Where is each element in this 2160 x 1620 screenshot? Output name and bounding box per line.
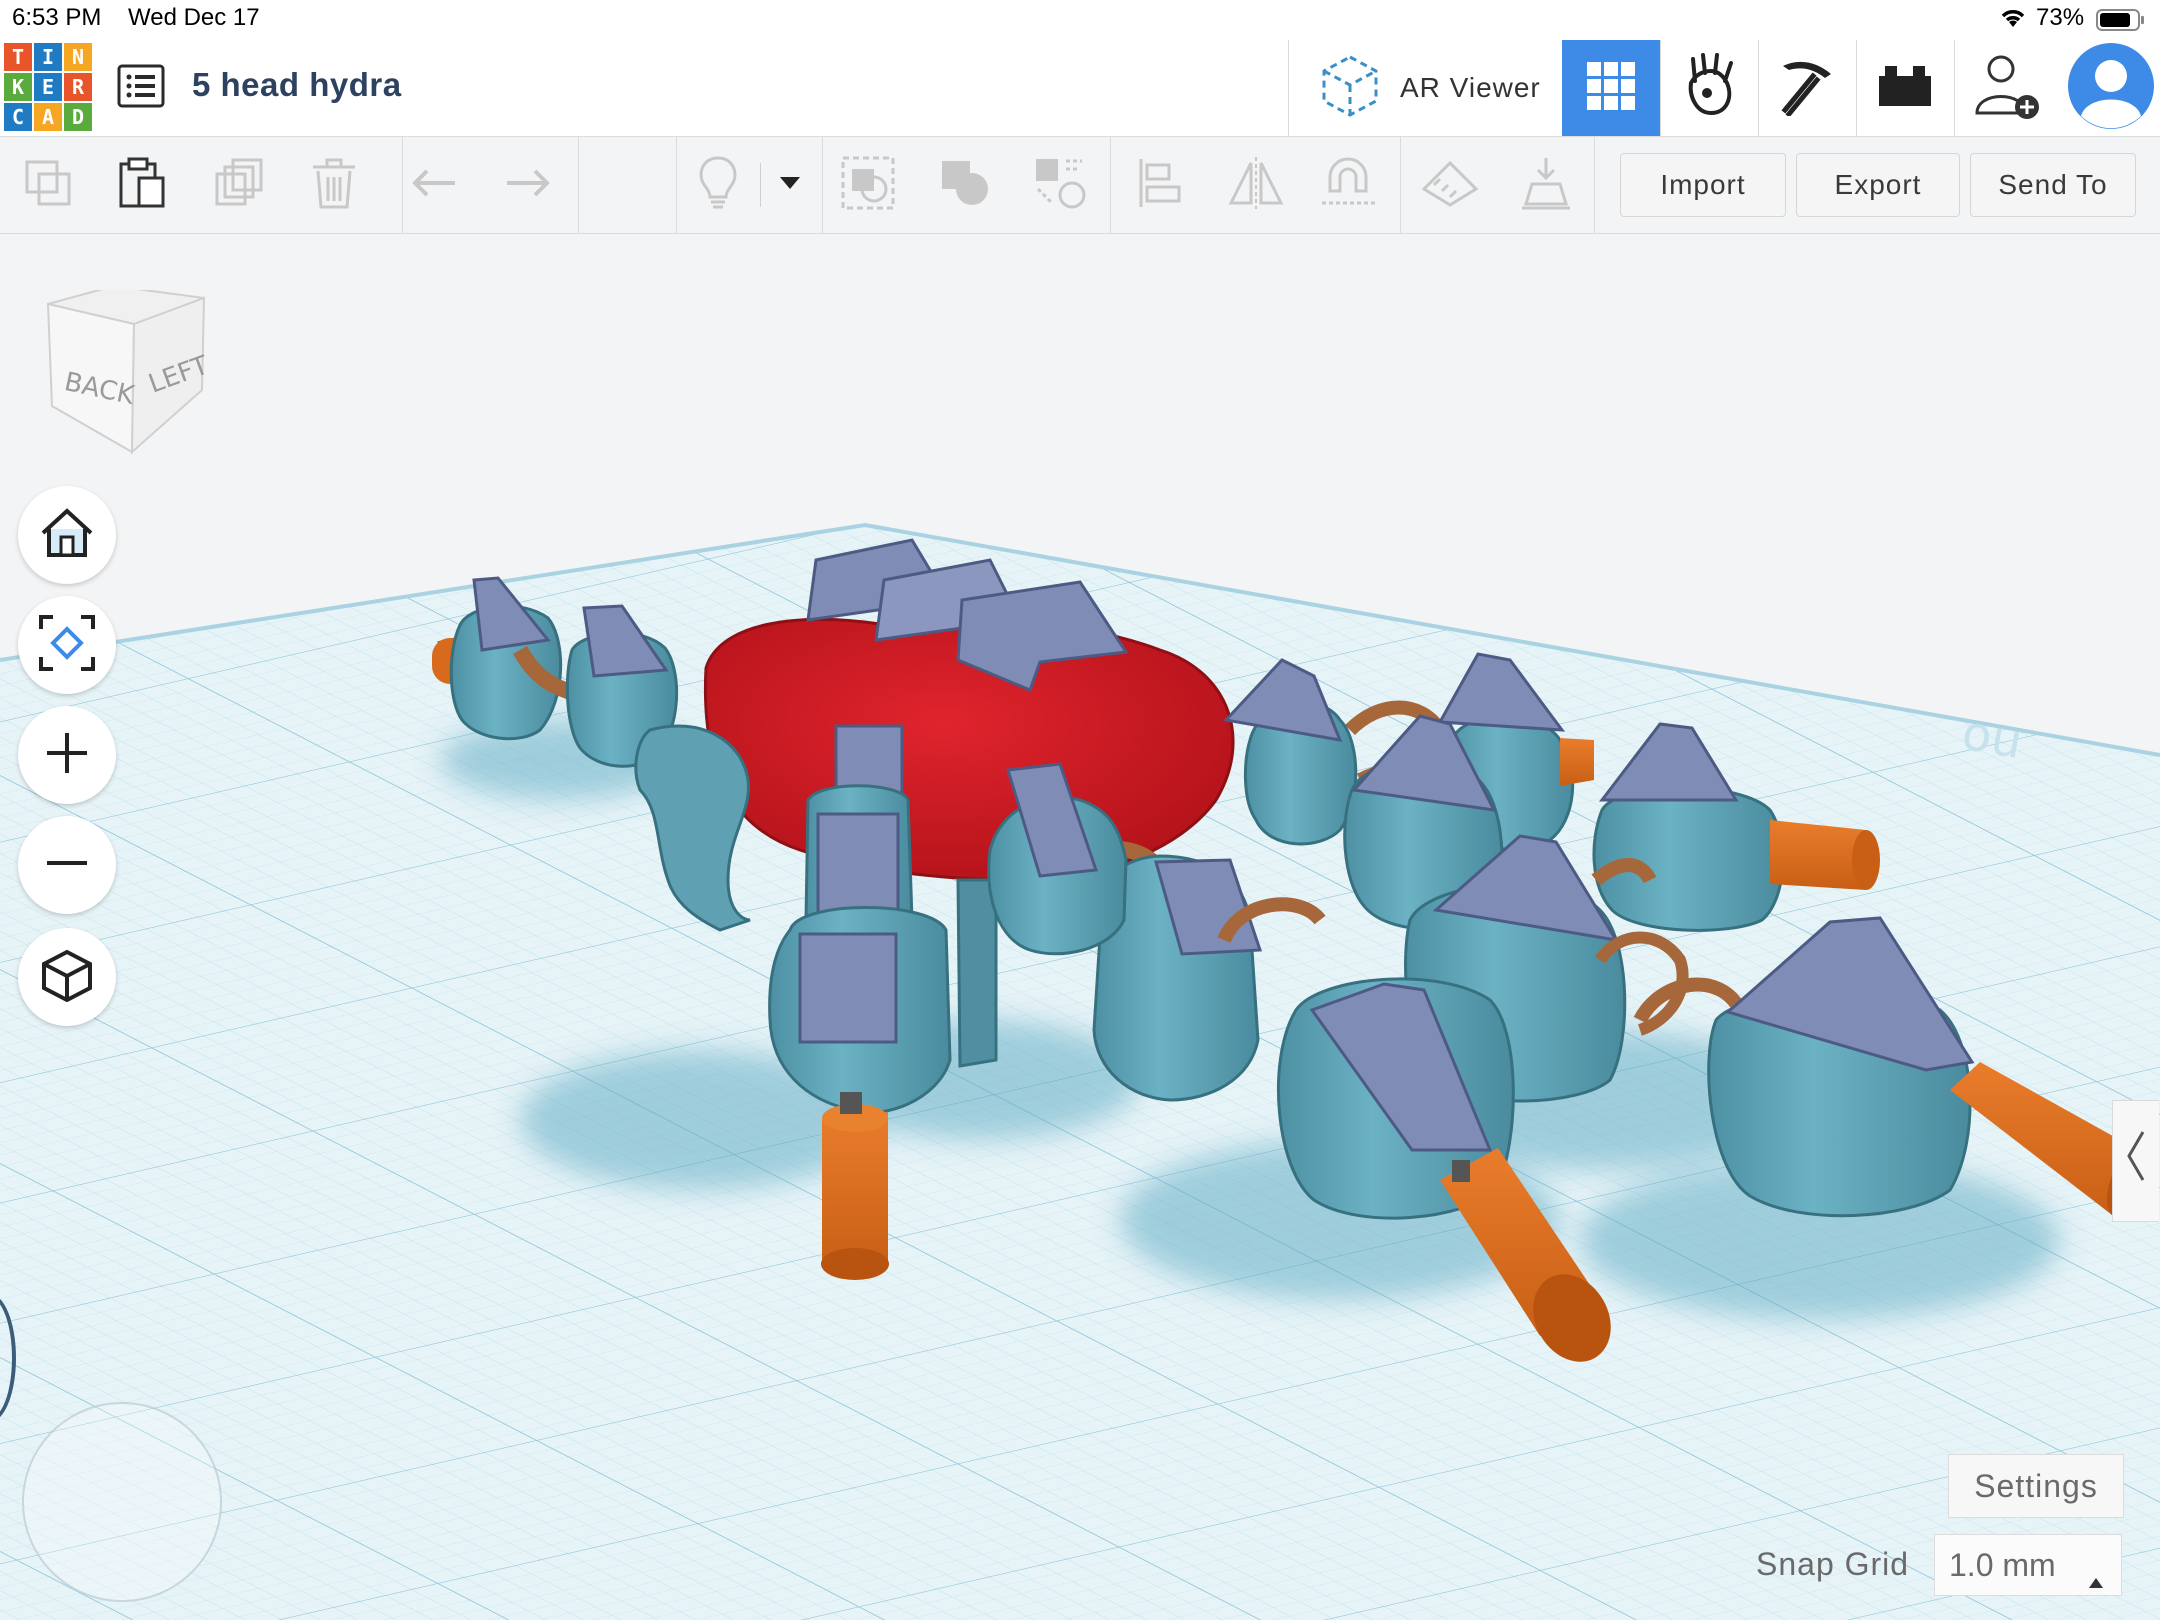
export-button[interactable]: Export <box>1796 153 1960 217</box>
undo-icon <box>409 165 459 206</box>
redo-icon <box>503 165 553 206</box>
logo-tile: R <box>64 73 92 101</box>
settings-button[interactable]: Settings <box>1948 1454 2124 1518</box>
fit-view-button[interactable] <box>18 596 116 694</box>
design-title[interactable]: 5 head hydra <box>192 66 402 104</box>
minecraft-icon <box>1777 56 1837 121</box>
workplane-magnet-button[interactable] <box>1320 155 1380 215</box>
show-all-button[interactable] <box>688 155 748 215</box>
caret-up-icon <box>2089 1559 2103 1596</box>
ungroup-icon <box>938 157 994 214</box>
group-button[interactable] <box>838 155 898 215</box>
battery-percent: 73% <box>2036 4 2085 31</box>
ar-viewer-label: AR Viewer <box>1400 72 1541 103</box>
mirror-button[interactable] <box>1226 155 1286 215</box>
logo-tile: N <box>64 43 92 71</box>
zoom-out-icon <box>45 841 89 890</box>
tinkercad-logo[interactable]: TIN KER CAD <box>4 43 92 131</box>
ar-viewer-icon <box>1318 53 1382 124</box>
shapes-panel-toggle[interactable] <box>2112 1100 2159 1222</box>
wifi-icon <box>1998 6 2028 35</box>
home-view-button[interactable] <box>18 486 116 584</box>
workplane-canvas[interactable]: ou BACK LEFT Settings Snap Grid 1.0 mm <box>0 234 2160 1620</box>
logo-tile: E <box>34 73 62 101</box>
workplane-magnet-icon <box>1320 155 1380 216</box>
zoom-in-icon <box>45 731 89 780</box>
hydra-model-scene[interactable]: ou <box>0 234 2160 1620</box>
logo-tile: T <box>4 43 32 71</box>
app-header: TIN KER CAD 5 head hydra AR Viewer <box>0 40 2160 137</box>
home-view-icon <box>39 507 95 564</box>
delete-button[interactable] <box>304 155 364 215</box>
send-to-button[interactable]: Send To <box>1970 153 2136 217</box>
drop-button[interactable] <box>1516 155 1576 215</box>
duplicate-icon <box>213 158 263 213</box>
svg-text:ou: ou <box>1958 705 2027 771</box>
align-icon <box>1137 157 1183 214</box>
minecraft-button[interactable] <box>1758 40 1856 136</box>
snap-grid-select[interactable]: 1.0 mm <box>1934 1534 2122 1596</box>
3d-design-view-button[interactable] <box>1562 40 1660 136</box>
fit-view-icon <box>39 614 95 676</box>
undo-button[interactable] <box>404 155 464 215</box>
ungroup-button[interactable] <box>936 155 996 215</box>
delete-icon <box>311 157 357 214</box>
logo-tile: C <box>4 103 32 131</box>
status-date: Wed Dec 17 <box>128 4 260 31</box>
group-icon <box>840 155 896 216</box>
logo-tile: A <box>34 103 62 131</box>
align-button[interactable] <box>1130 155 1190 215</box>
snap-grid-value: 1.0 mm <box>1949 1546 2056 1583</box>
bricks-button[interactable] <box>1856 40 1954 136</box>
lightbulb-icon <box>698 155 738 216</box>
invite-user-button[interactable] <box>1966 40 2046 136</box>
list-icon <box>117 64 165 113</box>
zoom-out-button[interactable] <box>18 816 116 914</box>
logo-tile: D <box>64 103 92 131</box>
mirror-icon <box>1227 156 1285 214</box>
status-time: 6:53 PM <box>12 4 102 31</box>
perspective-icon <box>40 948 94 1007</box>
codeblocks-icon <box>1681 52 1737 124</box>
copy-button[interactable] <box>18 155 78 215</box>
avatar-icon <box>2067 42 2155 135</box>
cruise-icon <box>1032 155 1088 216</box>
battery-icon <box>2096 8 2146 37</box>
ruler-icon <box>1420 157 1480 214</box>
perspective-toggle-button[interactable] <box>18 928 116 1026</box>
navigation-joystick[interactable] <box>22 1402 222 1602</box>
account-avatar[interactable] <box>2066 40 2156 136</box>
edit-toolbar: Import Export Send To <box>0 137 2160 234</box>
redo-button[interactable] <box>498 155 558 215</box>
design-list-button[interactable] <box>110 40 172 136</box>
add-user-icon <box>1971 51 2041 126</box>
paste-button[interactable] <box>112 155 172 215</box>
ruler-button[interactable] <box>1420 155 1480 215</box>
shape-options-dropdown[interactable] <box>760 155 820 215</box>
copy-icon <box>23 158 73 213</box>
zoom-in-button[interactable] <box>18 706 116 804</box>
lego-bricks-icon <box>1877 64 1933 113</box>
drop-icon <box>1520 156 1572 215</box>
duplicate-button[interactable] <box>208 155 268 215</box>
dropdown-icon <box>780 176 800 194</box>
view-cube[interactable]: BACK LEFT <box>44 284 214 460</box>
import-button[interactable]: Import <box>1620 153 1786 217</box>
cruise-button[interactable] <box>1030 155 1090 215</box>
snap-grid-label: Snap Grid <box>1756 1546 1910 1582</box>
status-bar: 6:53 PM Wed Dec 17 73% <box>0 0 2160 40</box>
chevron-left-icon <box>2125 1130 2147 1193</box>
logo-tile: I <box>34 43 62 71</box>
grid-view-icon <box>1586 61 1636 116</box>
paste-icon <box>117 156 167 215</box>
codeblocks-button[interactable] <box>1660 40 1758 136</box>
logo-tile: K <box>4 73 32 101</box>
ar-viewer-button[interactable]: AR Viewer <box>1300 40 1570 136</box>
